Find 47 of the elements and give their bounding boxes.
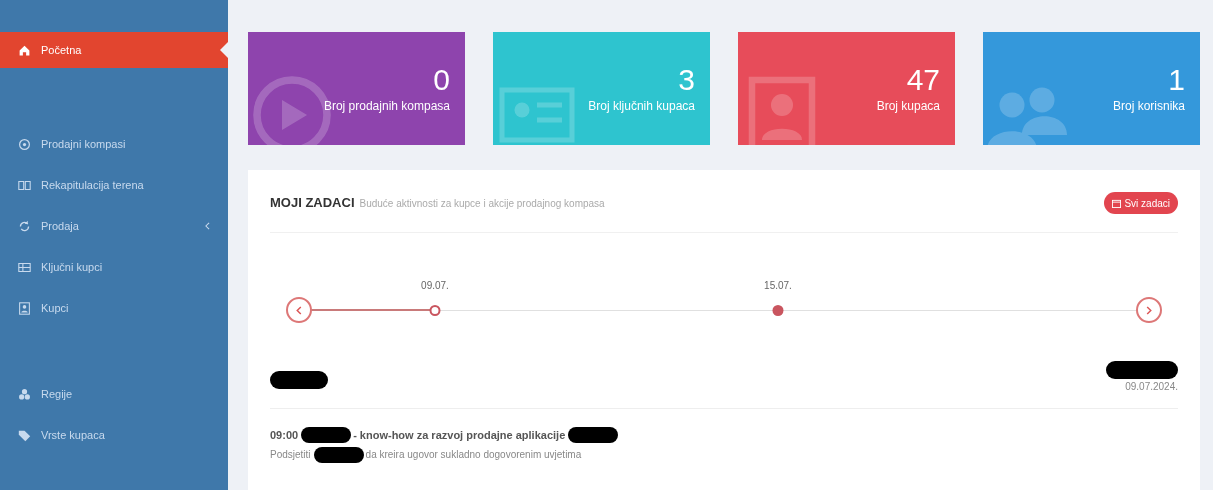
refresh-icon (18, 219, 31, 233)
sidebar-item[interactable]: Vrste kupaca (0, 417, 228, 453)
stat-value: 0 (433, 62, 450, 97)
sidebar-item[interactable]: Prodajni kompasi (0, 126, 228, 162)
redaction-mark (313, 446, 364, 463)
book-icon (18, 178, 31, 192)
circles-icon (18, 387, 31, 401)
timeline-point[interactable] (429, 305, 441, 316)
active-pointer (220, 42, 228, 58)
stat-label: Broj prodajnih kompasa (323, 97, 450, 115)
stat-label: Broj korisnika (1112, 97, 1185, 115)
sidebar-item[interactable]: Ključni kupci (0, 249, 228, 285)
next-button[interactable] (1136, 297, 1162, 323)
panel-title: MOJI ZADACI (270, 194, 355, 213)
task-text: 09:00 (270, 428, 299, 443)
chevron-right-icon (1146, 305, 1152, 315)
stat-value: 1 (1168, 62, 1185, 97)
timeline-date: 15.07. (764, 279, 792, 293)
stat-value: 3 (678, 62, 695, 97)
tag-icon (18, 428, 31, 442)
redaction-mark (301, 427, 352, 444)
home-icon (18, 43, 31, 57)
task-text: da kreira ugovor sukladno dogovorenim uvjetima (365, 448, 582, 462)
sidebar-item[interactable]: Kupci (0, 290, 228, 326)
redaction-mark (1106, 361, 1178, 379)
target-icon (18, 137, 31, 151)
table-icon (18, 260, 31, 274)
day-date: 09.07.2024. (1125, 380, 1178, 394)
redaction-mark (270, 371, 328, 389)
all-tasks-button[interactable]: Svi zadaci (1104, 192, 1178, 214)
redaction-mark (568, 427, 619, 444)
contact-card-icon (18, 301, 31, 315)
stat-label: Broj kupaca (876, 97, 940, 115)
task-text: - know-how za razvoj prodajne aplikacije (353, 428, 566, 443)
previous-button[interactable] (286, 297, 312, 323)
sidebar-item[interactable]: Prodaja (0, 208, 228, 244)
timeline-date: 09.07. (421, 279, 449, 293)
stat-label: Broj ključnih kupaca (588, 97, 695, 115)
sidebar-item[interactable]: Regije (0, 376, 228, 412)
panel-subtitle: Buduće aktivnosti za kupce i akcije prodajnog kompasa (359, 197, 605, 212)
sidebar-item[interactable]: Rekapitulacija terena (0, 167, 228, 203)
sidebar-item[interactable]: Početna (0, 32, 228, 68)
calendar-icon (1112, 198, 1122, 208)
task-text: Podsjetiti (270, 448, 311, 462)
timeline-point[interactable] (772, 305, 784, 316)
chevron-left-icon (296, 305, 302, 315)
stat-value: 47 (906, 62, 940, 97)
